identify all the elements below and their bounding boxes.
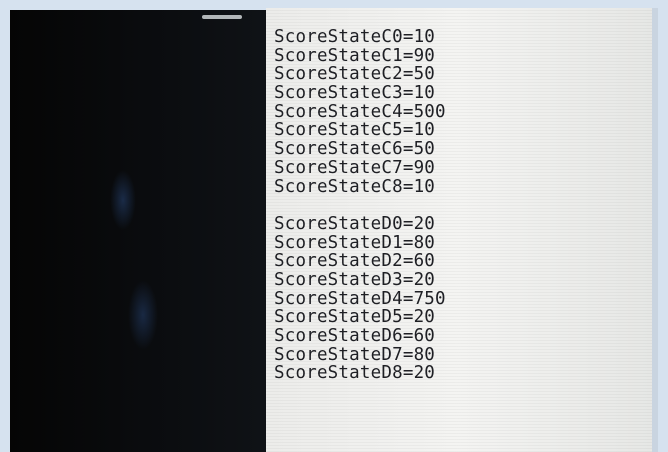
config-line-d7: ScoreStateD7=80 [274,344,436,365]
bezel-glare [110,170,136,230]
config-text-block: ScoreStateC0=10 ScoreStateC1=90 ScoreSta… [274,28,446,383]
config-line-d1: ScoreStateD1=80 [274,232,436,253]
config-line-d6: ScoreStateD6=60 [274,326,436,346]
config-line-d4: ScoreStateD4=750 [274,288,446,309]
bezel-glare [128,280,158,350]
config-line-d2: ScoreStateD2=60 [274,251,436,272]
config-line-d8: ScoreStateD8=20 [274,363,436,384]
config-line-d3: ScoreStateD3=20 [274,269,436,290]
config-line-c1: ScoreStateC1=90 [274,45,436,66]
config-line-c8: ScoreStateC8=10 [274,176,436,197]
device-bezel [10,10,280,452]
config-line-c0: ScoreStateC0=10 [274,27,436,47]
display-screen: ScoreStateC0=10 ScoreStateC1=90 ScoreSta… [266,8,658,452]
config-line-c3: ScoreStateC3=10 [274,83,436,104]
config-line-c2: ScoreStateC2=50 [274,64,436,85]
bezel-highlight [202,15,242,19]
config-line-c5: ScoreStateC5=10 [274,120,436,141]
config-line-c7: ScoreStateC7=90 [274,157,436,178]
config-line-c6: ScoreStateC6=50 [274,139,436,160]
config-line-c4: ScoreStateC4=500 [274,101,446,122]
config-line-d0: ScoreStateD0=20 [274,213,436,234]
config-line-d5: ScoreStateD5=20 [274,307,436,328]
photo-background: ScoreStateC0=10 ScoreStateC1=90 ScoreSta… [0,0,668,452]
